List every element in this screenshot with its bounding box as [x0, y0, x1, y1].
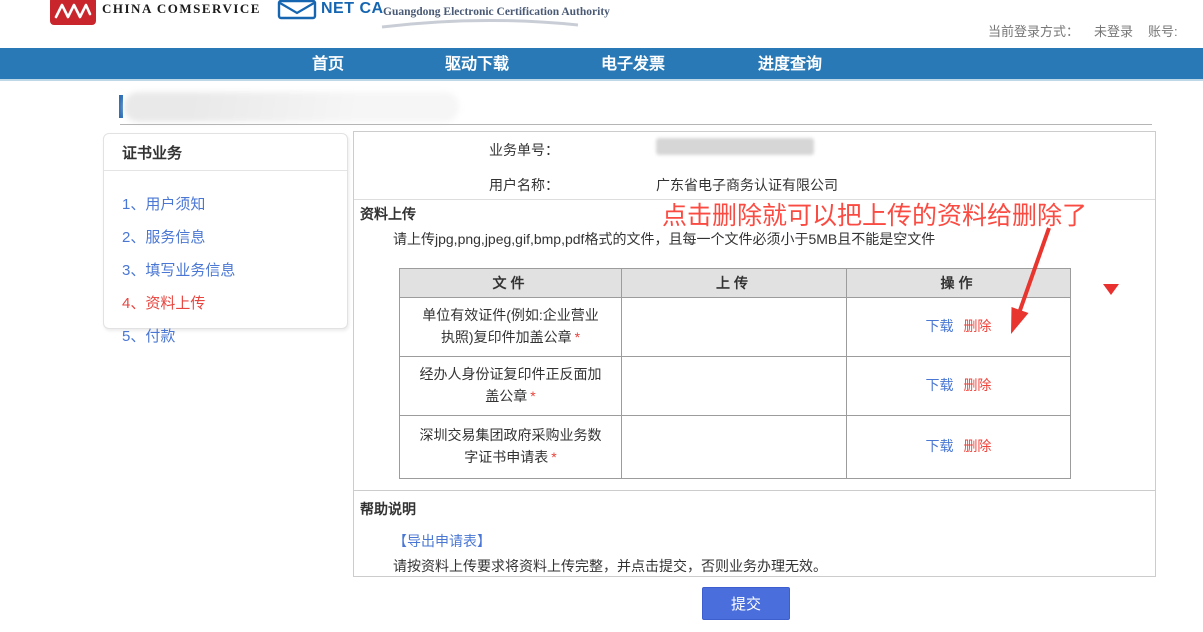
- file-name: 经办人身份证复印件正反面加盖公章: [420, 366, 602, 404]
- certificate-steps-sidebar: 证书业务 1、用户须知 2、服务信息 3、填写业务信息 4、资料上传 5、付款: [103, 133, 348, 329]
- user-name-value: 广东省电子商务认证有限公司: [656, 175, 838, 195]
- tutorial-annotation: 点击删除就可以把上传的资料给删除了: [662, 196, 1087, 232]
- nav-item-progress-query[interactable]: 进度查询: [758, 48, 822, 81]
- download-link[interactable]: 下载: [926, 438, 954, 454]
- download-link[interactable]: 下载: [926, 318, 954, 334]
- upload-cell[interactable]: [622, 416, 847, 479]
- title-divider: [120, 124, 1152, 125]
- upload-panel: 业务单号： 用户名称： 广东省电子商务认证有限公司 资料上传 点击删除就可以把上…: [353, 131, 1156, 577]
- col-header-operation: 操作: [847, 269, 1071, 298]
- account-label: 账号:: [1148, 21, 1178, 40]
- sidebar-item-user-notice[interactable]: 1、用户须知: [122, 193, 329, 214]
- china-comservice-logo-icon: [50, 0, 96, 25]
- upload-section-title: 资料上传: [360, 204, 416, 224]
- nav-item-driver-download[interactable]: 驱动下载: [445, 48, 509, 81]
- required-marker: *: [551, 449, 556, 465]
- sidebar-item-service-info[interactable]: 2、服务信息: [122, 226, 329, 247]
- swoosh-decoration: [380, 18, 580, 30]
- col-header-file: 文件: [400, 269, 622, 298]
- login-status: 当前登录方式： 未登录 账号:: [988, 21, 1178, 40]
- delete-link[interactable]: 删除: [963, 318, 991, 334]
- delete-link[interactable]: 删除: [963, 438, 991, 454]
- order-number-redacted: [656, 138, 814, 155]
- main-nav: 首页 驱动下载 电子发票 进度查询: [0, 48, 1203, 81]
- sidebar-item-payment[interactable]: 5、付款: [122, 325, 329, 346]
- authority-name: Guangdong Electronic Certification Autho…: [383, 6, 610, 18]
- help-note: 请按资料上传要求将资料上传完整，并点击提交，否则业务办理无效。: [393, 556, 827, 576]
- download-link[interactable]: 下载: [926, 377, 954, 393]
- netca-wordmark: NET CA: [321, 0, 384, 18]
- login-method-value: 未登录: [1094, 21, 1133, 40]
- help-section-title: 帮助说明: [360, 499, 416, 519]
- nav-item-e-invoice[interactable]: 电子发票: [601, 48, 665, 81]
- nav-item-home[interactable]: 首页: [312, 48, 344, 81]
- login-method-label: 当前登录方式：: [988, 21, 1079, 40]
- export-application-form-link[interactable]: 【导出申请表】: [393, 531, 491, 551]
- title-accent-bar: [119, 95, 123, 118]
- upload-instruction: 请上传jpg,png,jpeg,gif,bmp,pdf格式的文件，且每一个文件必…: [393, 229, 935, 249]
- brand-text: CHINA COMSERVICE: [102, 1, 261, 17]
- table-row: 深圳交易集团政府采购业务数字证书申请表* 下载 删除: [400, 416, 1071, 479]
- table-header-row: 文件 上传 操作: [400, 269, 1071, 298]
- order-number-label: 业务单号：: [354, 140, 559, 160]
- upload-files-table: 文件 上传 操作 单位有效证件(例如:企业营业执照)复印件加盖公章* 下载 删除…: [399, 268, 1071, 479]
- required-marker: *: [530, 388, 535, 404]
- red-triangle-marker-icon: [1103, 284, 1119, 295]
- help-divider: [354, 490, 1155, 491]
- table-row: 单位有效证件(例如:企业营业执照)复印件加盖公章* 下载 删除: [400, 298, 1071, 357]
- user-name-label: 用户名称：: [354, 175, 559, 195]
- col-header-upload: 上传: [622, 269, 847, 298]
- upload-cell[interactable]: [622, 298, 847, 357]
- sidebar-item-file-upload[interactable]: 4、资料上传: [122, 292, 329, 313]
- sidebar-item-business-info[interactable]: 3、填写业务信息: [122, 259, 329, 280]
- file-name: 深圳交易集团政府采购业务数字证书申请表: [420, 427, 602, 465]
- submit-button[interactable]: 提交: [702, 587, 790, 620]
- table-row: 经办人身份证复印件正反面加盖公章* 下载 删除: [400, 357, 1071, 416]
- upload-cell[interactable]: [622, 357, 847, 416]
- netca-logo-icon: [277, 0, 317, 20]
- sidebar-title: 证书业务: [104, 134, 347, 171]
- page-title-redacted: [124, 92, 459, 122]
- file-name: 单位有效证件(例如:企业营业执照)复印件加盖公章: [422, 307, 599, 345]
- delete-link[interactable]: 删除: [963, 377, 991, 393]
- required-marker: *: [575, 329, 580, 345]
